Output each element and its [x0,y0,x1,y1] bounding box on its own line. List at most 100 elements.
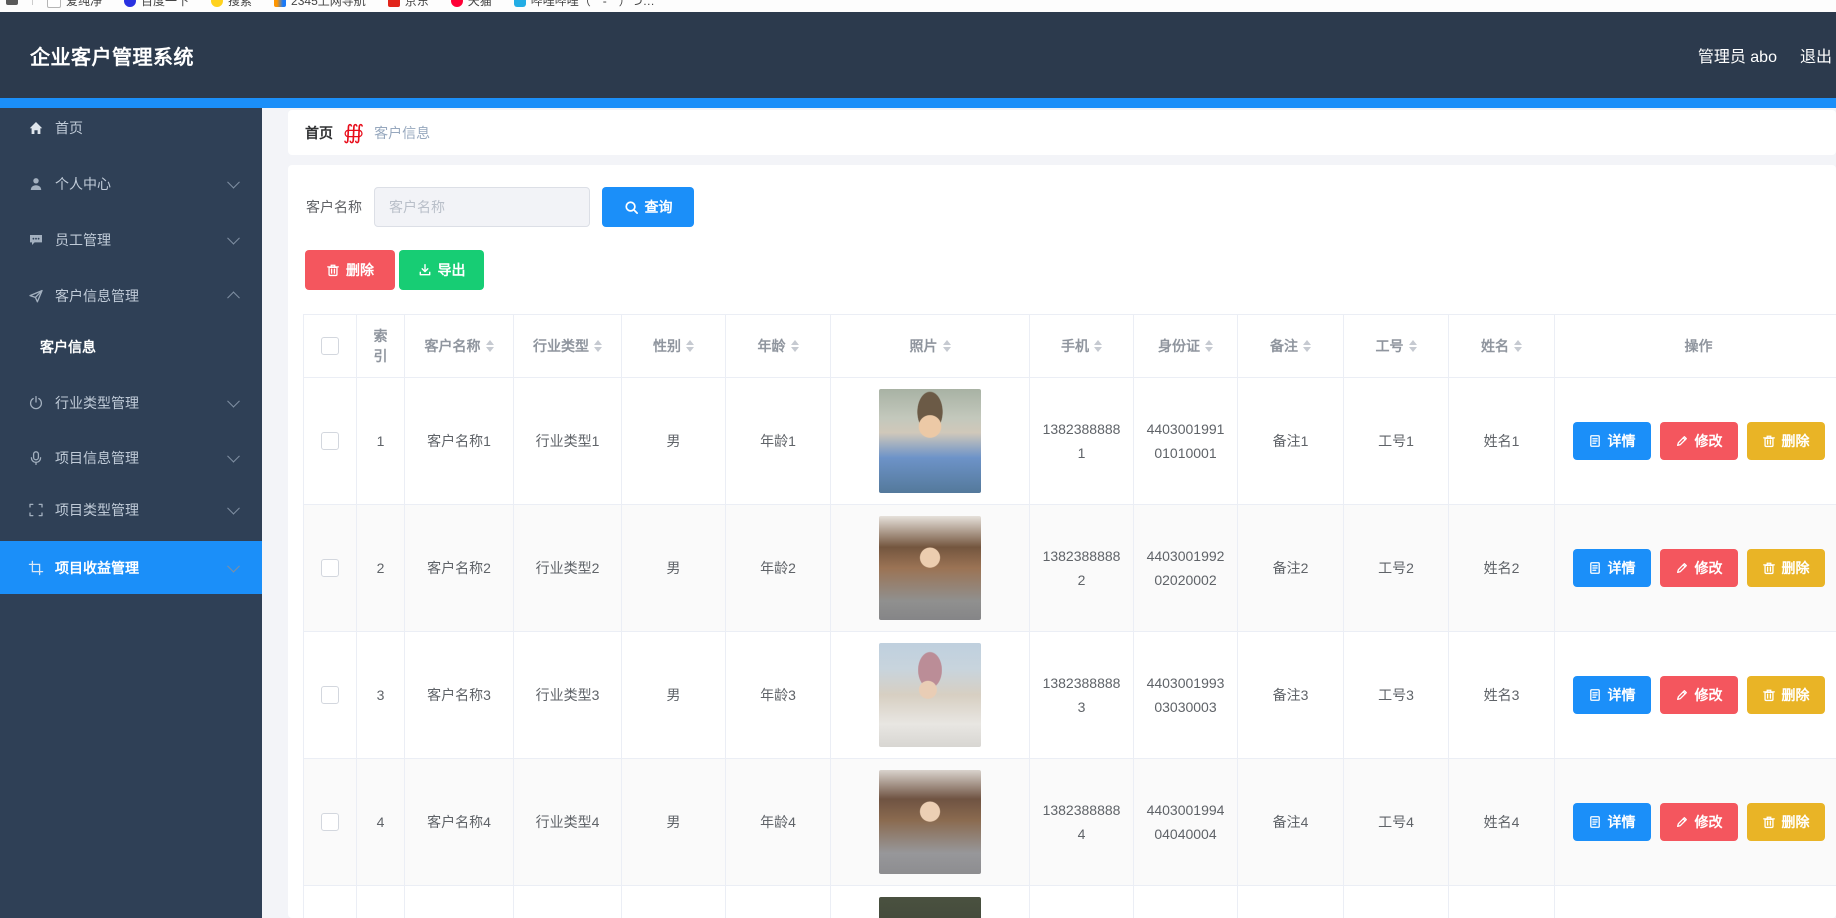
cell-real_name: 姓名5 [1449,886,1555,918]
col-header-label: 备注 [1270,336,1298,356]
sort-icon[interactable] [1409,340,1417,352]
detail-button[interactable]: 详情 [1573,803,1651,841]
detail-button-label: 详情 [1608,812,1636,832]
page: { "bookmarks": { "items": [ {"id":"brows… [0,0,1836,918]
bookmark-label: 爱纯净 [66,0,102,9]
col-header-real_name[interactable]: 姓名 [1449,315,1555,377]
bookmark-item-tmall[interactable]: 天猫 [451,0,492,9]
sidebar-item-industry-type-mgmt[interactable]: 行业类型管理 [0,383,262,423]
cell-photo [831,378,1030,504]
detail-button[interactable]: 详情 [1573,676,1651,714]
delete-row-button[interactable]: 删除 [1747,803,1825,841]
cell-index: 4 [357,759,405,885]
sidebar-item-project-info-mgmt[interactable]: 项目信息管理 [0,438,262,478]
cell-value: 客户名称3 [427,685,491,705]
chevron-down-icon [227,395,240,408]
cell-index: 1 [357,378,405,504]
crop-icon [28,560,44,576]
cell-industry: 行业类型1 [514,378,622,504]
sidebar-item-project-type-mgmt[interactable]: 项目类型管理 [0,490,262,530]
cell-note: 备注3 [1238,632,1344,758]
sort-icon[interactable] [1514,340,1522,352]
edit-button[interactable]: 修改 [1660,676,1738,714]
detail-button-label: 详情 [1608,431,1636,451]
sort-icon[interactable] [1303,340,1311,352]
export-button[interactable]: 导出 [399,250,484,290]
sidebar-item-profile[interactable]: 个人中心 [0,164,262,204]
col-header-industry[interactable]: 行业类型 [514,315,622,377]
edit-button[interactable]: 修改 [1660,549,1738,587]
cell-phone: 13823888881 [1030,378,1134,504]
bookmark-item-jd[interactable]: 京东 [388,0,429,9]
edit-button[interactable]: 修改 [1660,422,1738,460]
cell-industry: 行业类型4 [514,759,622,885]
bookmark-item-baidu[interactable]: 百度一下 [124,0,189,9]
col-header-name[interactable]: 客户名称 [405,315,514,377]
cell-photo [831,759,1030,885]
table-row-5: 5客户名称5行业类型5男年龄51382388888544030019950505… [304,886,1836,918]
sidebar-item-customer-info-mgmt[interactable]: 客户信息管理 [0,276,262,316]
edit-button[interactable]: 修改 [1660,803,1738,841]
breadcrumb-home-link[interactable]: 首页 [305,123,333,143]
search-icon [624,200,639,215]
sort-icon[interactable] [486,340,494,352]
bookmark-item-browser[interactable] [6,0,33,5]
cell-value: 1 [377,433,385,449]
row-checkbox[interactable] [321,432,339,450]
cell-value: 工号4 [1378,812,1414,832]
delete-row-button[interactable]: 删除 [1747,549,1825,587]
query-button[interactable]: 查询 [602,187,694,227]
col-header-photo[interactable]: 照片 [831,315,1030,377]
detail-button[interactable]: 详情 [1573,549,1651,587]
col-header-note[interactable]: 备注 [1238,315,1344,377]
bulk-delete-button[interactable]: 删除 [305,250,395,290]
delete-row-button-label: 删除 [1782,431,1810,451]
sidebar-item-project-revenue-mgmt[interactable]: 项目收益管理 [0,541,262,594]
cell-value: 13823888884 [1040,798,1123,846]
cell-gender: 男 [622,886,726,918]
customers-table: 索引客户名称行业类型性别年龄照片手机身份证备注工号姓名操作 1客户名称1行业类型… [303,314,1836,918]
bookmark-label: 搜索 [228,0,252,9]
row-checkbox[interactable] [321,559,339,577]
cell-value: 年龄3 [760,685,796,705]
home-icon [28,120,44,136]
sidebar-item-label: 客户信息 [40,337,96,357]
bookmark-item-aichunjing[interactable]: 爱纯净 [47,0,102,9]
cell-value: 13823888883 [1040,671,1123,719]
detail-button[interactable]: 详情 [1573,422,1651,460]
sort-icon[interactable] [686,340,694,352]
cell-value: 13823888882 [1040,544,1123,592]
col-header-age[interactable]: 年龄 [726,315,831,377]
delete-row-button[interactable]: 删除 [1747,422,1825,460]
bookmark-item-bilibili[interactable]: 哔哩哔哩（゜-゜）つ… [514,0,655,9]
col-header-job_no[interactable]: 工号 [1344,315,1449,377]
sort-icon[interactable] [791,340,799,352]
cell-index: 3 [357,632,405,758]
delete-row-button[interactable]: 删除 [1747,676,1825,714]
bookmark-item-daohang[interactable]: 2345上网导航 [274,0,366,9]
col-header-gender[interactable]: 性别 [622,315,726,377]
col-header-label: 照片 [910,336,938,356]
bookmark-item-sousuo[interactable]: 搜索 [211,0,252,9]
col-header-phone[interactable]: 手机 [1030,315,1134,377]
sort-icon[interactable] [1094,340,1102,352]
sort-icon[interactable] [1205,340,1213,352]
sort-icon[interactable] [943,340,951,352]
col-header-id_card[interactable]: 身份证 [1134,315,1238,377]
logout-button[interactable]: 退出 [1800,43,1832,67]
row-checkbox[interactable] [321,813,339,831]
send-icon [28,288,44,304]
sidebar-item-staff-mgmt[interactable]: 员工管理 [0,220,262,260]
sidebar-item-home[interactable]: 首页 [0,108,262,148]
cell-job_no: 工号2 [1344,505,1449,631]
sidebar-item-customer-info[interactable]: 客户信息 [0,327,262,367]
cell-select [304,886,357,918]
customer-name-input[interactable] [374,187,590,227]
select-all-checkbox[interactable] [321,337,339,355]
sort-icon[interactable] [594,340,602,352]
tmall-icon [451,0,463,7]
delete-row-button-label: 删除 [1782,812,1810,832]
cell-name: 客户名称5 [405,886,514,918]
bookmark-label: 哔哩哔哩（゜-゜）つ… [531,0,655,9]
row-checkbox[interactable] [321,686,339,704]
